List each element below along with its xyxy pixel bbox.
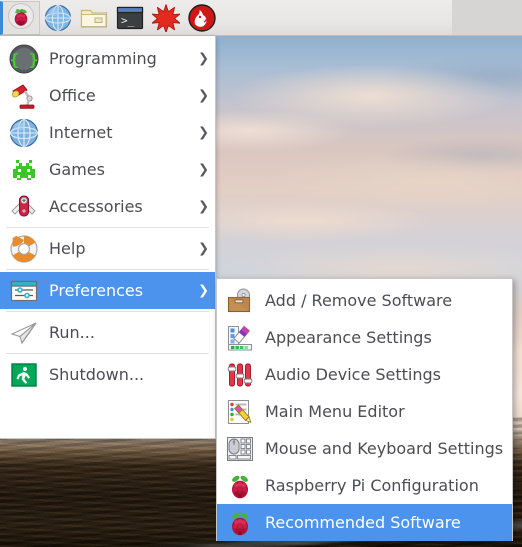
lifebuoy-icon	[8, 233, 40, 265]
menu-item-preferences[interactable]: Preferences ❯	[0, 272, 215, 309]
submenu-item-add-remove-software[interactable]: Add / Remove Software	[217, 282, 512, 319]
menu-item-run[interactable]: Run...	[0, 314, 215, 351]
wolfram-wolf-icon	[188, 3, 216, 32]
paper-plane-icon	[8, 317, 40, 349]
menu-item-label: Help	[49, 238, 86, 258]
svg-text:>_: >_	[121, 14, 135, 27]
raspberry-menu-button[interactable]	[0, 0, 40, 35]
svg-text:{ }: { }	[10, 50, 39, 69]
launcher-mathematica[interactable]	[148, 0, 184, 36]
chevron-right-icon: ❯	[198, 88, 209, 103]
folder-icon	[80, 5, 108, 31]
submenu-item-mouse-keyboard-settings[interactable]: Mouse and Keyboard Settings	[217, 430, 512, 467]
submenu-item-label: Main Menu Editor	[265, 402, 405, 421]
menu-item-label: Games	[49, 159, 105, 179]
menu-item-shutdown[interactable]: Shutdown...	[0, 356, 215, 393]
taskbar-system-tray[interactable]	[452, 0, 522, 35]
sliders-window-icon	[8, 275, 40, 307]
chevron-right-icon: ❯	[198, 51, 209, 66]
color-palette-icon	[225, 323, 255, 353]
submenu-item-label: Mouse and Keyboard Settings	[265, 439, 504, 458]
menu-item-label: Accessories	[49, 196, 143, 216]
launcher-web-browser[interactable]	[40, 0, 76, 36]
submenu-item-raspberry-pi-configuration[interactable]: Raspberry Pi Configuration	[217, 467, 512, 504]
taskbar-empty-area	[220, 0, 452, 35]
menu-item-games[interactable]: Games ❯	[0, 151, 215, 188]
chevron-right-icon: ❯	[198, 283, 209, 298]
menu-item-label: Office	[49, 85, 96, 105]
menu-separator	[6, 269, 209, 270]
launcher-file-manager[interactable]	[76, 0, 112, 36]
menu-item-label: Shutdown...	[49, 364, 145, 384]
space-invader-icon	[8, 154, 40, 186]
submenu-item-label: Raspberry Pi Configuration	[265, 476, 479, 495]
submenu-item-main-menu-editor[interactable]: Main Menu Editor	[217, 393, 512, 430]
swiss-knife-icon	[8, 191, 40, 223]
menu-separator	[6, 353, 209, 354]
chevron-right-icon: ❯	[198, 162, 209, 177]
menu-item-label: Programming	[49, 48, 157, 68]
application-menu: { } Programming ❯ Office ❯ Internet ❯ Ga…	[0, 36, 216, 439]
raspberry-pi-icon	[225, 508, 255, 538]
preferences-submenu: Add / Remove Software Appearance Setting…	[216, 278, 513, 541]
chevron-right-icon: ❯	[198, 241, 209, 256]
launcher-terminal[interactable]: >_	[112, 0, 148, 36]
submenu-item-label: Audio Device Settings	[265, 365, 441, 384]
desk-lamp-icon	[8, 80, 40, 112]
menu-pencil-icon	[225, 397, 255, 427]
submenu-item-appearance-settings[interactable]: Appearance Settings	[217, 319, 512, 356]
launcher-wolfram[interactable]	[184, 0, 220, 36]
menu-item-label: Internet	[49, 122, 113, 142]
terminal-icon: >_	[116, 5, 144, 31]
submenu-item-label: Appearance Settings	[265, 328, 432, 347]
briefcase-cd-icon	[225, 286, 255, 316]
globe-icon	[8, 117, 40, 149]
menu-item-label: Preferences	[49, 280, 144, 300]
taskbar-launcher-group: >_	[0, 0, 220, 35]
raspberry-pi-icon	[225, 471, 255, 501]
raspberry-pi-icon	[8, 2, 34, 33]
menu-item-label: Run...	[49, 322, 95, 342]
submenu-item-label: Recommended Software	[265, 513, 461, 532]
chevron-right-icon: ❯	[198, 199, 209, 214]
menu-separator	[6, 311, 209, 312]
submenu-item-audio-device-settings[interactable]: Audio Device Settings	[217, 356, 512, 393]
menu-item-internet[interactable]: Internet ❯	[0, 114, 215, 151]
audio-sliders-icon	[225, 360, 255, 390]
menu-item-office[interactable]: Office ❯	[0, 77, 215, 114]
taskbar: >_	[0, 0, 522, 36]
menu-separator	[6, 227, 209, 228]
menu-item-help[interactable]: Help ❯	[0, 230, 215, 267]
braces-icon: { }	[8, 43, 40, 75]
menu-item-accessories[interactable]: Accessories ❯	[0, 188, 215, 225]
exit-running-icon	[8, 359, 40, 391]
menu-item-programming[interactable]: { } Programming ❯	[0, 40, 215, 77]
submenu-item-label: Add / Remove Software	[265, 291, 453, 310]
chevron-right-icon: ❯	[198, 125, 209, 140]
mathematica-star-icon	[152, 3, 180, 32]
globe-browser-icon	[44, 4, 72, 32]
mouse-keyboard-icon	[225, 434, 255, 464]
submenu-item-recommended-software[interactable]: Recommended Software	[217, 504, 512, 541]
